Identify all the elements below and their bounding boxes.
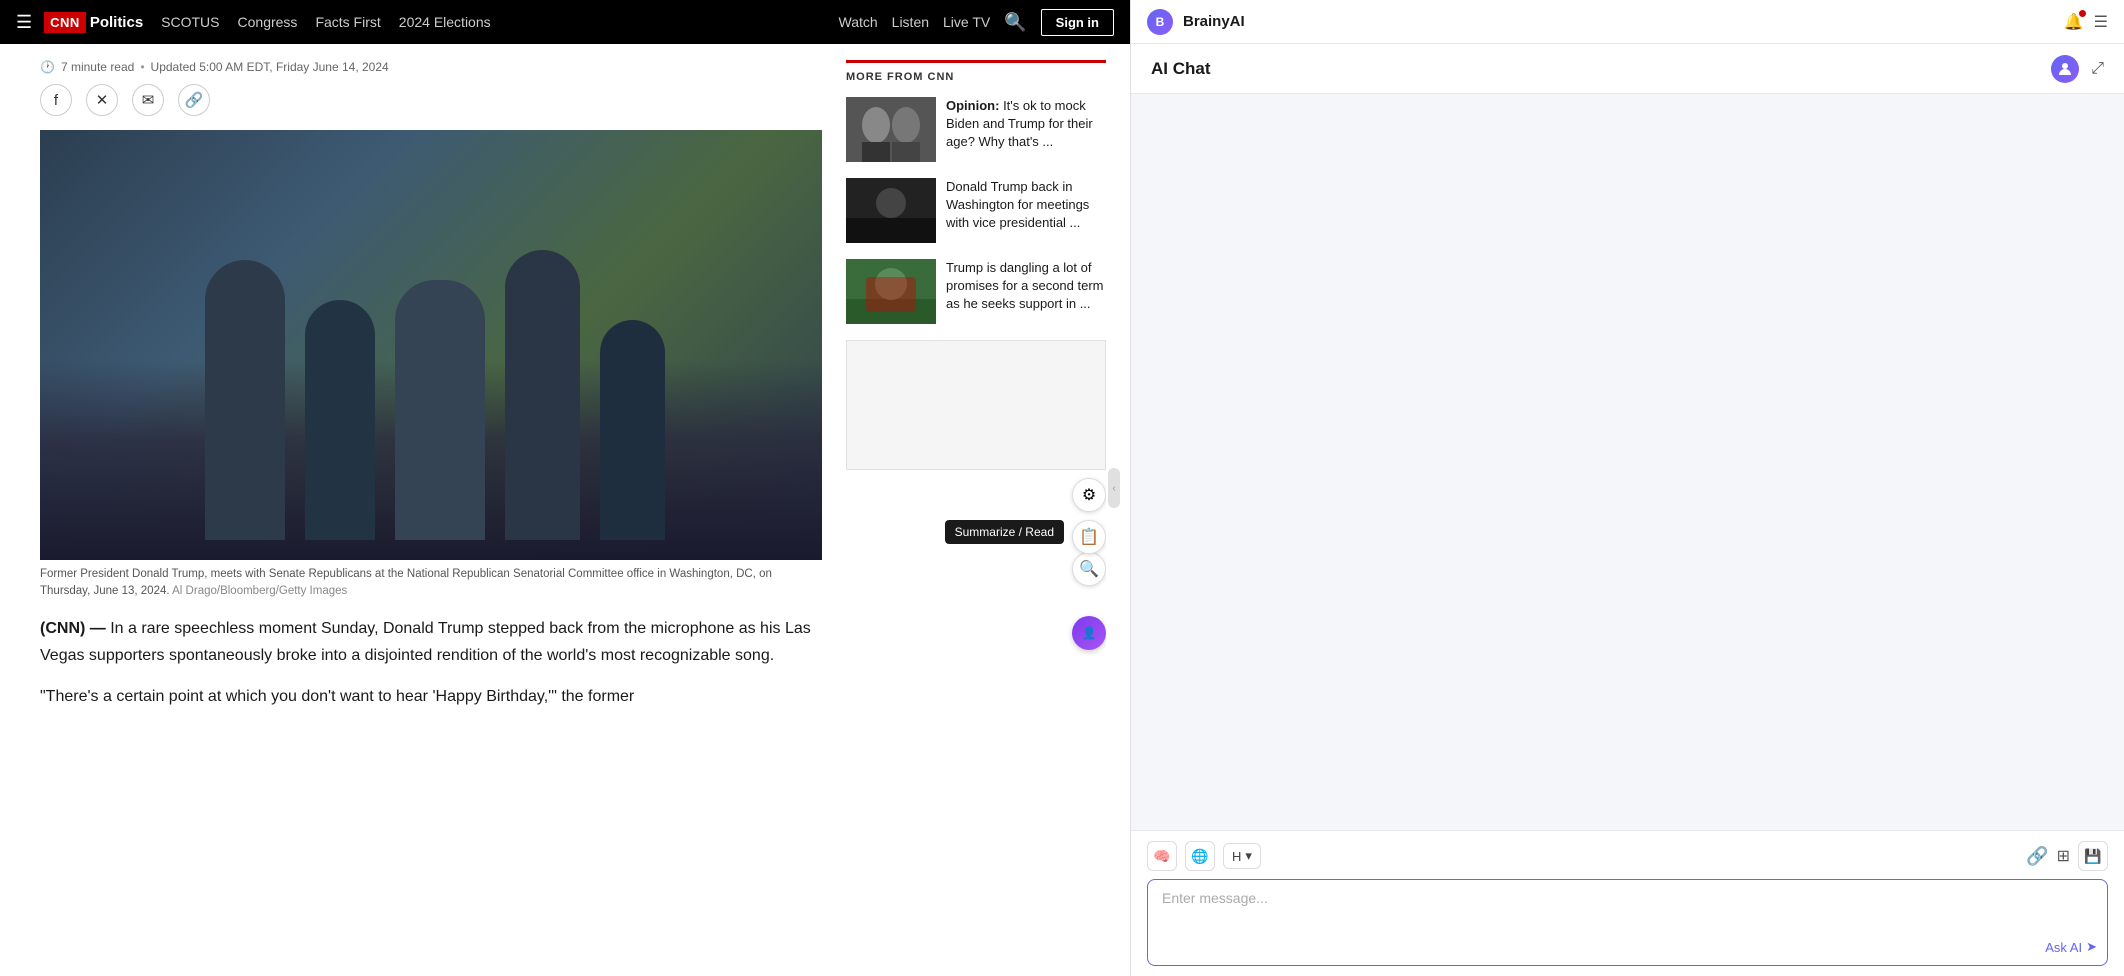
message-input[interactable] (1162, 890, 2057, 950)
brainy-menu-icon[interactable]: ☰ (2094, 12, 2108, 32)
toolbar-globe-icon[interactable]: 🌐 (1185, 841, 1215, 871)
nav-livetv-link[interactable]: Live TV (943, 14, 990, 30)
article-paragraph-1: (CNN) — In a rare speechless moment Sund… (40, 615, 822, 669)
brainy-chat-title: AI Chat (1151, 59, 2039, 79)
user-avatar-button[interactable]: 👤 (1072, 616, 1106, 650)
settings-tool-button[interactable]: ⚙ (1072, 478, 1106, 512)
brainy-bell-dot (2079, 10, 2086, 17)
article-read-time: 7 minute read (61, 60, 134, 74)
brainy-bottom-toolbar: 🧠 🌐 H ▾ 🔗 ⊞ 💾 Ask AI ➤ (1131, 830, 2124, 976)
summarize-tool-button[interactable]: 📋 (1072, 520, 1106, 554)
sidebar-card-text-1: Opinion: It's ok to mock Biden and Trump… (946, 97, 1106, 162)
send-button[interactable]: Ask AI ➤ (2045, 939, 2097, 955)
email-share-icon[interactable]: ✉ (132, 84, 164, 116)
article-paragraph-2: "There's a certain point at which you do… (40, 683, 822, 710)
message-input-wrap: Ask AI ➤ (1147, 879, 2108, 966)
brainy-topbar: B BrainyAI 🔔 ☰ (1131, 0, 2124, 44)
nav-link-2024elections[interactable]: 2024 Elections (399, 14, 491, 30)
article-main-col: 🕐 7 minute read • Updated 5:00 AM EDT, F… (40, 60, 822, 956)
nav-section-politics[interactable]: Politics (90, 14, 143, 31)
twitter-share-icon[interactable]: ✕ (86, 84, 118, 116)
more-from-cnn-label: MORE FROM CNN (846, 60, 1106, 83)
clock-icon: 🕐 (40, 60, 55, 74)
sidebar-resize-handle[interactable]: ‹ (1108, 468, 1120, 508)
toolbar-grid-icon[interactable]: ⊞ (2057, 846, 2070, 866)
article-sidebar: MORE FROM CNN Opinion: It's ok to mock B… (846, 60, 1106, 956)
sidebar-card-3[interactable]: Trump is dangling a lot of promises for … (846, 259, 1106, 324)
sidebar-card-text-3: Trump is dangling a lot of promises for … (946, 259, 1106, 324)
sidebar-thumb-2 (846, 178, 936, 243)
figure-3 (395, 280, 485, 540)
search-tool-button[interactable]: 🔍 (1072, 552, 1106, 586)
brainy-user-avatar[interactable] (2051, 55, 2079, 83)
brainy-app-name: BrainyAI (1183, 13, 1245, 30)
cnn-logo[interactable]: CNN (44, 12, 86, 33)
facebook-share-icon[interactable]: f (40, 84, 72, 116)
image-figures (205, 250, 665, 540)
summarize-tooltip: Summarize / Read (945, 520, 1064, 544)
sidebar-card-1[interactable]: Opinion: It's ok to mock Biden and Trump… (846, 97, 1106, 162)
article-main-image (40, 130, 822, 560)
toolbar-save-icon[interactable]: 💾 (2078, 841, 2108, 871)
send-icon: ➤ (2086, 939, 2097, 955)
article-text-body: (CNN) — In a rare speechless moment Sund… (40, 615, 822, 711)
toolbar-icons-row: 🧠 🌐 H ▾ 🔗 ⊞ 💾 (1147, 841, 2108, 871)
hamburger-icon[interactable]: ☰ (16, 12, 32, 33)
brainy-chat-area (1131, 94, 2124, 830)
image-caption: Former President Donald Trump, meets wit… (40, 566, 822, 601)
figure-4 (505, 250, 580, 540)
chevron-down-icon: ▾ (1245, 848, 1252, 864)
brainy-expand-icon[interactable]: ⤢ (2091, 60, 2104, 78)
brainy-logo-icon: B (1147, 9, 1173, 35)
search-icon[interactable]: 🔍 (1004, 12, 1026, 33)
brainy-bell-icon[interactable]: 🔔 (2064, 12, 2084, 32)
brainy-panel: B BrainyAI 🔔 ☰ AI Chat ⤢ 🧠 🌐 H ▾ 🔗 ⊞ (1130, 0, 2124, 976)
toolbar-model-dropdown[interactable]: H ▾ (1223, 843, 1261, 869)
article-layout: 🕐 7 minute read • Updated 5:00 AM EDT, F… (0, 44, 1130, 976)
image-credit: Al Drago/Bloomberg/Getty Images (172, 585, 347, 597)
article-meta: 🕐 7 minute read • Updated 5:00 AM EDT, F… (40, 60, 822, 74)
cnn-panel: ☰ CNN Politics SCOTUS Congress Facts Fir… (0, 0, 1130, 976)
signin-button[interactable]: Sign in (1041, 9, 1114, 36)
cnn-navbar: ☰ CNN Politics SCOTUS Congress Facts Fir… (0, 0, 1130, 44)
nav-link-scotus[interactable]: SCOTUS (161, 14, 219, 30)
article-updated-time: Updated 5:00 AM EDT, Friday June 14, 202… (151, 60, 389, 74)
toolbar-brainy-icon[interactable]: 🧠 (1147, 841, 1177, 871)
sidebar-card-2[interactable]: Donald Trump back in Washington for meet… (846, 178, 1106, 243)
toolbar-link-icon[interactable]: 🔗 (2026, 846, 2048, 867)
article-image-wrap: Former President Donald Trump, meets wit… (40, 130, 822, 601)
nav-link-congress[interactable]: Congress (238, 14, 298, 30)
figure-1 (205, 260, 285, 540)
sidebar-thumb-3 (846, 259, 936, 324)
copy-link-icon[interactable]: 🔗 (178, 84, 210, 116)
nav-watch-link[interactable]: Watch (839, 14, 878, 30)
nav-right-links: Watch Listen Live TV 🔍 Sign in (839, 9, 1115, 36)
nav-link-factsfirst[interactable]: Facts First (315, 14, 380, 30)
sidebar-card-text-2: Donald Trump back in Washington for meet… (946, 178, 1106, 243)
ask-ai-label: Ask AI (2045, 940, 2082, 955)
ad-placeholder (846, 340, 1106, 470)
figure-2 (305, 300, 375, 540)
toolbar-model-label: H (1232, 849, 1241, 864)
nav-listen-link[interactable]: Listen (892, 14, 929, 30)
brainy-chat-header: AI Chat ⤢ (1131, 44, 2124, 94)
figure-5 (600, 320, 665, 540)
sidebar-thumb-1 (846, 97, 936, 162)
share-row: f ✕ ✉ 🔗 (40, 84, 822, 116)
